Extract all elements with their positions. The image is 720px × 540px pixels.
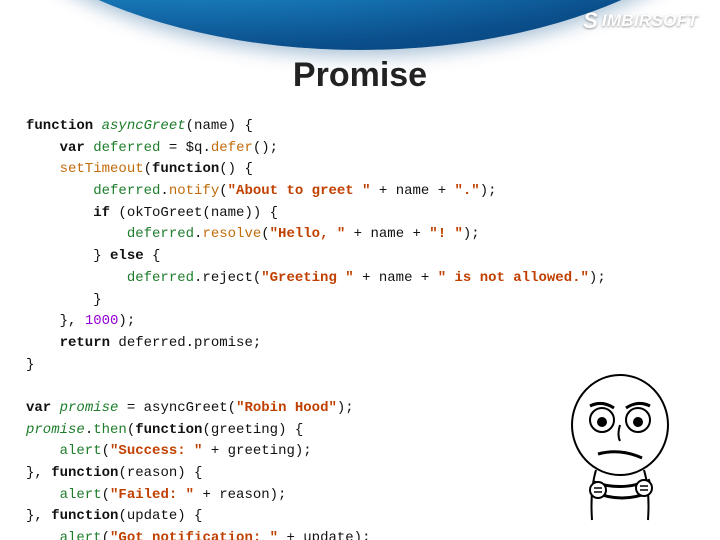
t: }: [26, 357, 34, 373]
t: .reject(: [194, 270, 261, 286]
ragecomic-image: [550, 370, 690, 530]
t: + name +: [345, 226, 429, 242]
t: + name +: [370, 183, 454, 199]
str: "Greeting ": [261, 270, 353, 286]
t: },: [26, 508, 51, 524]
kw: var: [26, 400, 51, 416]
id: deferred: [26, 270, 194, 286]
t: );: [463, 226, 480, 242]
str: ".": [455, 183, 480, 199]
brand-logo: SIMBIRSOFT: [583, 8, 698, 34]
t: },: [26, 465, 51, 481]
obj: promise: [26, 422, 85, 438]
t: );: [118, 313, 135, 329]
kw: else: [110, 248, 144, 264]
slide-title: Promise: [0, 56, 720, 95]
str: "Failed: ": [110, 487, 194, 503]
t: },: [26, 313, 85, 329]
t: + reason);: [194, 487, 286, 503]
t: }: [26, 292, 102, 308]
t: (greeting) {: [202, 422, 303, 438]
t: deferred.promise;: [110, 335, 261, 351]
t: (name) {: [186, 118, 253, 134]
t: + name +: [354, 270, 438, 286]
call: alert: [26, 443, 102, 459]
str: " is not allowed.": [438, 270, 589, 286]
t: .: [85, 422, 93, 438]
brand-rest: IMBIRSOFT: [602, 11, 698, 31]
kw: function: [135, 422, 202, 438]
num: 1000: [85, 313, 119, 329]
kw: function: [51, 508, 118, 524]
t: + update);: [278, 530, 370, 540]
kw: function: [26, 118, 93, 134]
t: (: [261, 226, 269, 242]
id: deferred: [26, 183, 160, 199]
method: notify: [169, 183, 219, 199]
kw: var: [26, 140, 85, 156]
kw: function: [152, 161, 219, 177]
str: "Hello, ": [270, 226, 346, 242]
kw: return: [26, 335, 110, 351]
t: ();: [253, 140, 278, 156]
fn-name: asyncGreet: [93, 118, 185, 134]
str: "Robin Hood": [236, 400, 337, 416]
str: "Got notification: ": [110, 530, 278, 540]
t: );: [337, 400, 354, 416]
t: = $q.: [160, 140, 210, 156]
slide: SIMBIRSOFT Promise function asyncGreet(n…: [0, 0, 720, 540]
t: .: [160, 183, 168, 199]
str: "! ": [429, 226, 463, 242]
t: (: [127, 422, 135, 438]
call: alert: [26, 487, 102, 503]
brand-initial: S: [583, 8, 598, 34]
kw: if: [26, 205, 110, 221]
t: (okToGreet(name)) {: [110, 205, 278, 221]
t: }: [26, 248, 110, 264]
id: deferred: [26, 226, 194, 242]
t: (: [102, 487, 110, 503]
method: then: [93, 422, 127, 438]
t: (: [144, 161, 152, 177]
t: );: [589, 270, 606, 286]
t: );: [480, 183, 497, 199]
t: = asyncGreet(: [118, 400, 236, 416]
t: (: [102, 530, 110, 540]
method: defer: [211, 140, 253, 156]
str: "Success: ": [110, 443, 202, 459]
t: (: [102, 443, 110, 459]
var-name: promise: [51, 400, 118, 416]
t: (update) {: [118, 508, 202, 524]
t: () {: [219, 161, 253, 177]
id: deferred: [85, 140, 161, 156]
method: resolve: [202, 226, 261, 242]
call: setTimeout: [26, 161, 144, 177]
t: (: [219, 183, 227, 199]
t: + greeting);: [202, 443, 311, 459]
kw: function: [51, 465, 118, 481]
str: "About to greet ": [228, 183, 371, 199]
t: (reason) {: [118, 465, 202, 481]
call: alert: [26, 530, 102, 540]
t: {: [144, 248, 161, 264]
